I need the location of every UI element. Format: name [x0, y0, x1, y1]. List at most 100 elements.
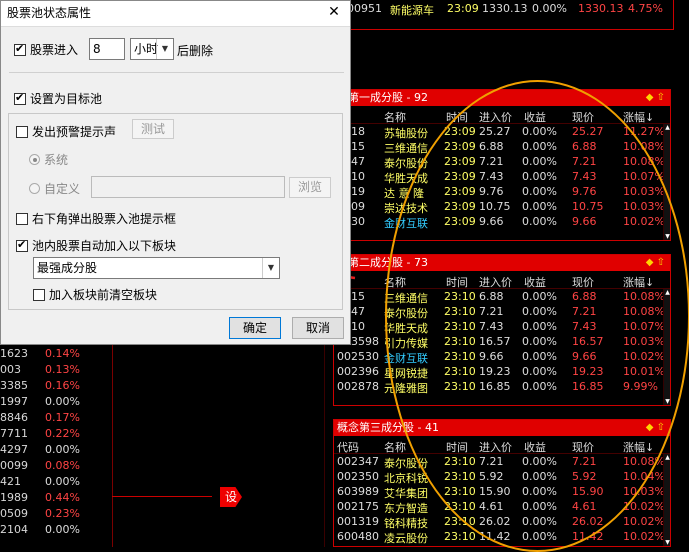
column-header[interactable]: 进入价: [479, 109, 512, 125]
column-header[interactable]: 涨幅↓: [623, 109, 654, 125]
test-button[interactable]: 测试: [132, 119, 174, 139]
system-radio[interactable]: 系统: [29, 151, 68, 168]
clear-before-add-checkbox[interactable]: 加入板块前清空板块: [33, 286, 157, 303]
cell-chg: 10.02%: [623, 500, 665, 513]
list-item[interactable]: 2104 0.00%: [0, 523, 112, 539]
table-row[interactable]: 002878 元隆雅图 23:10 16.85 0.00% 16.85 9.99%: [334, 379, 670, 395]
column-header[interactable]: 收益: [524, 109, 546, 125]
list-item[interactable]: 1997 0.00%: [0, 395, 112, 411]
set-marker[interactable]: 设: [212, 485, 242, 509]
cell-chg: 10.08%: [623, 455, 665, 468]
column-header[interactable]: 涨幅↓: [623, 274, 654, 290]
cell-in: 16.57: [479, 335, 511, 348]
block-select[interactable]: 最强成分股 ▼: [33, 257, 280, 279]
cell-price: 9.66: [572, 215, 597, 228]
list-item[interactable]: 0099 0.08%: [0, 459, 112, 475]
list-item[interactable]: 0509 0.23%: [0, 507, 112, 523]
list-item[interactable]: 3385 0.16%: [0, 379, 112, 395]
panel-title-bar[interactable]: 念第一成分股 - 92 ◆ ⇧: [334, 90, 670, 106]
table-row[interactable]: 002175 东方智造 23:10 4.61 0.00% 4.61 10.02%: [334, 499, 670, 515]
table-row[interactable]: 2530 金财互联 23:09 9.66 0.00% 9.66 10.02%: [334, 214, 670, 230]
table-row[interactable]: 002396 星网锐捷 23:10 19.23 0.00% 19.23 10.01%: [334, 364, 670, 380]
column-header[interactable]: 收益: [524, 439, 546, 455]
scroll-up-icon[interactable]: ▲: [664, 454, 670, 461]
column-header[interactable]: 代码: [337, 439, 359, 455]
column-header[interactable]: 现价: [572, 274, 594, 290]
column-header[interactable]: 名称: [384, 439, 406, 455]
stock-enter-checkbox[interactable]: 股票进入: [14, 41, 78, 58]
panel-title-bar[interactable]: 念第二成分股 - 73 ◆ ⇧: [334, 255, 670, 271]
table-row[interactable]: 0410 华胜天成 23:10 7.43 0.00% 7.43 10.07%: [334, 319, 670, 335]
list-item[interactable]: 421 0.00%: [0, 475, 112, 491]
custom-label: 自定义: [44, 182, 81, 196]
list-item-code: 8846: [0, 411, 28, 424]
panel-controls-icon[interactable]: ◆ ⇧: [646, 255, 665, 271]
panel-title-bar[interactable]: 概念第三成分股 - 41 ◆ ⇧: [334, 420, 670, 436]
panel-controls-icon[interactable]: ◆ ⇧: [646, 90, 665, 106]
table-row[interactable]: 603598 引力传媒 23:10 16.57 0.00% 16.57 10.03%: [334, 334, 670, 350]
cell-time: 23:09: [444, 125, 476, 138]
column-header[interactable]: 收益: [524, 274, 546, 290]
scroll-down-icon[interactable]: ▼: [664, 233, 670, 240]
checkbox-icon: [16, 212, 28, 225]
column-header[interactable]: 现价: [572, 439, 594, 455]
column-header[interactable]: 名称: [384, 274, 406, 290]
table-row[interactable]: 002350 北京科锐 23:10 5.92 0.00% 5.92 10.04%: [334, 469, 670, 485]
scrollbar[interactable]: ▲ ▼: [663, 289, 670, 405]
cancel-button[interactable]: 取消: [292, 317, 344, 339]
table-row[interactable]: 002530 金财互联 23:10 9.66 0.00% 9.66 10.02%: [334, 349, 670, 365]
table-row[interactable]: 2347 泰尔股份 23:09 7.21 0.00% 7.21 10.08%: [334, 154, 670, 170]
cell-price: 7.21: [572, 305, 597, 318]
scroll-up-icon[interactable]: ▲: [664, 289, 670, 296]
table-row[interactable]: 2347 泰尔股份 23:10 7.21 0.00% 7.21 10.08%: [334, 304, 670, 320]
cell-price: 10.75: [572, 200, 604, 213]
list-item[interactable]: 003 0.13%: [0, 363, 112, 379]
column-header[interactable]: 进入价: [479, 439, 512, 455]
table-row[interactable]: 002347 泰尔股份 23:10 7.21 0.00% 7.21 10.08%: [334, 454, 670, 470]
scroll-down-icon[interactable]: ▼: [664, 539, 670, 546]
scroll-down-icon[interactable]: ▼: [664, 398, 670, 405]
custom-sound-path-input[interactable]: [91, 176, 285, 198]
list-item-pct: 0.00%: [45, 475, 80, 488]
table-row[interactable]: 2115 三维通信 23:09 6.88 0.00% 6.88 10.08%: [334, 139, 670, 155]
cell-time: 23:10: [444, 335, 476, 348]
list-item[interactable]: 1989 0.44%: [0, 491, 112, 507]
table-row[interactable]: 600480 凌云股份 23:10 11.42 0.00% 11.42 10.02%: [334, 529, 670, 545]
table-row[interactable]: 0719 达 意 隆 23:09 9.76 0.00% 9.76 10.03%: [334, 184, 670, 200]
browse-button[interactable]: 浏览: [289, 177, 331, 198]
ok-button[interactable]: 确定: [229, 317, 281, 339]
list-item[interactable]: 7711 0.22%: [0, 427, 112, 443]
close-icon[interactable]: ✕: [326, 4, 342, 20]
popup-checkbox[interactable]: 右下角弹出股票入池提示框: [16, 210, 176, 227]
alert-sound-checkbox[interactable]: 发出预警提示声: [16, 123, 116, 140]
auto-add-checkbox[interactable]: 池内股票自动加入以下板块: [16, 237, 176, 254]
table-row[interactable]: 0418 苏轴股份 23:09 25.27 0.00% 25.27 11.27%: [334, 124, 670, 140]
column-header[interactable]: 名称: [384, 109, 406, 125]
table-row[interactable]: 2809 崇达技术 23:09 10.75 0.00% 10.75 10.03%: [334, 199, 670, 215]
time-unit-select[interactable]: 小时 ▼: [130, 38, 174, 60]
list-item-pct: 0.00%: [45, 523, 80, 536]
table-row[interactable]: 603989 艾华集团 23:10 15.90 0.00% 15.90 10.03%: [334, 484, 670, 500]
table-row[interactable]: 0410 华胜天成 23:09 7.43 0.00% 7.43 10.07%: [334, 169, 670, 185]
column-header[interactable]: 涨幅↓: [623, 439, 654, 455]
scrollbar[interactable]: ▲ ▼: [663, 454, 670, 546]
column-header[interactable]: 进入价: [479, 274, 512, 290]
column-header[interactable]: 时间: [446, 439, 468, 455]
stock-enter-hours-input[interactable]: 8: [89, 38, 125, 60]
set-target-checkbox[interactable]: 设置为目标池: [14, 90, 102, 107]
column-header[interactable]: 时间: [446, 274, 468, 290]
list-item[interactable]: 8846 0.17%: [0, 411, 112, 427]
cell-price: 4.61: [572, 500, 597, 513]
column-header[interactable]: 现价: [572, 109, 594, 125]
panel-controls-icon[interactable]: ◆ ⇧: [646, 420, 665, 436]
scrollbar[interactable]: ▲ ▼: [663, 124, 670, 240]
list-item-pct: 0.44%: [45, 491, 80, 504]
list-item[interactable]: 1623 0.14%: [0, 347, 112, 363]
custom-radio[interactable]: 自定义: [29, 180, 80, 197]
table-row[interactable]: 001319 铭科精技 23:10 26.02 0.00% 26.02 10.02%: [334, 514, 670, 530]
list-item[interactable]: 4297 0.00%: [0, 443, 112, 459]
table-row[interactable]: 2115 三维通信 23:10 6.88 0.00% 6.88 10.08%: [334, 289, 670, 305]
cell-chg: 10.08%: [623, 290, 665, 303]
scroll-up-icon[interactable]: ▲: [664, 124, 670, 131]
column-header[interactable]: 时间: [446, 109, 468, 125]
